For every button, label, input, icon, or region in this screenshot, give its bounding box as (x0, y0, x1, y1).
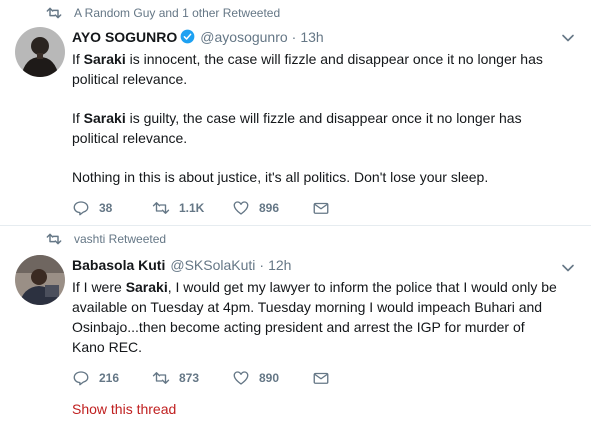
author-name[interactable]: AYO SOGUNRO (72, 28, 177, 47)
retweet-context: A Random Guy and 1 other Retweeted (22, 6, 280, 20)
tweet-paragraph: If Saraki is innocent, the case will fiz… (72, 49, 561, 89)
text-run: Nothing in this is about justice, it's a… (72, 169, 489, 185)
highlighted-keyword: Saraki (83, 110, 126, 126)
avatar[interactable] (15, 27, 65, 77)
reply-button[interactable]: 38 (72, 199, 152, 217)
tweet-header: Babasola Kuti @SKSolaKuti · 12h (72, 256, 561, 275)
reply-count: 216 (99, 371, 120, 385)
like-button[interactable]: 890 (232, 369, 312, 387)
heart-icon (233, 201, 249, 215)
separator: · (291, 29, 297, 45)
text-run: If (72, 110, 84, 126)
author-name[interactable]: Babasola Kuti (72, 256, 165, 275)
tweet-paragraph: Nothing in this is about justice, it's a… (72, 167, 561, 187)
text-run: is innocent, the case will fizzle and di… (72, 51, 543, 87)
text-run: If (72, 51, 84, 67)
highlighted-keyword: Saraki (125, 279, 168, 295)
tweet-body: Babasola Kuti @SKSolaKuti · 12h If I wer… (72, 256, 561, 357)
reply-icon (73, 201, 89, 216)
retweet-icon (22, 233, 62, 245)
text-run: is guilty, the case will fizzle and disa… (72, 110, 522, 146)
show-thread-link[interactable]: Show this thread (72, 401, 176, 417)
timeline-feed: A Random Guy and 1 other Retweeted AYO S… (0, 0, 591, 424)
highlighted-keyword: Saraki (83, 51, 126, 67)
avatar[interactable] (15, 255, 65, 305)
envelope-icon (313, 372, 329, 384)
chevron-down-icon[interactable] (561, 31, 575, 45)
retweet-count: 1.1K (179, 201, 205, 215)
author-handle[interactable]: @ayosogunro (200, 28, 287, 47)
retweet-icon (22, 7, 62, 19)
tweet-text: If I were Saraki, I would get my lawyer … (72, 277, 561, 357)
tweet-paragraph: If Saraki is guilty, the case will fizzl… (72, 108, 561, 148)
reply-icon (73, 371, 89, 386)
timestamp[interactable]: 13h (300, 28, 323, 47)
retweet-context-text[interactable]: A Random Guy and 1 other Retweeted (74, 6, 280, 20)
envelope-icon (313, 202, 329, 214)
direct-message-button[interactable] (312, 199, 342, 217)
like-button[interactable]: 896 (232, 199, 312, 217)
verified-badge-icon (180, 29, 195, 44)
retweet-button[interactable]: 873 (152, 369, 232, 387)
timestamp[interactable]: 12h (268, 256, 291, 275)
like-count: 896 (259, 201, 280, 215)
like-count: 890 (259, 371, 280, 385)
retweet-icon (152, 372, 170, 384)
separator: · (259, 257, 265, 273)
text-run: If I were (72, 279, 126, 295)
reply-button[interactable]: 216 (72, 369, 152, 387)
tweet-actions: 38 1.1K 896 (72, 199, 342, 217)
retweet-context: vashti Retweeted (22, 232, 166, 246)
reply-count: 38 (99, 201, 113, 215)
retweet-icon (152, 202, 170, 214)
retweet-button[interactable]: 1.1K (152, 199, 232, 217)
author-handle[interactable]: @SKSolaKuti (170, 256, 255, 275)
tweet-text: If Saraki is innocent, the case will fiz… (72, 49, 561, 187)
direct-message-button[interactable] (312, 369, 342, 387)
tweet[interactable]: A Random Guy and 1 other Retweeted AYO S… (0, 0, 591, 226)
heart-icon (233, 371, 249, 385)
retweet-count: 873 (179, 371, 200, 385)
tweet-body: AYO SOGUNRO @ayosogunro · 13h If Saraki … (72, 27, 561, 187)
tweet-paragraph: If I were Saraki, I would get my lawyer … (72, 277, 561, 357)
retweet-context-text[interactable]: vashti Retweeted (74, 232, 166, 246)
tweet-header: AYO SOGUNRO @ayosogunro · 13h (72, 27, 561, 47)
tweet-actions: 216 873 890 (72, 369, 342, 387)
chevron-down-icon[interactable] (561, 261, 575, 275)
